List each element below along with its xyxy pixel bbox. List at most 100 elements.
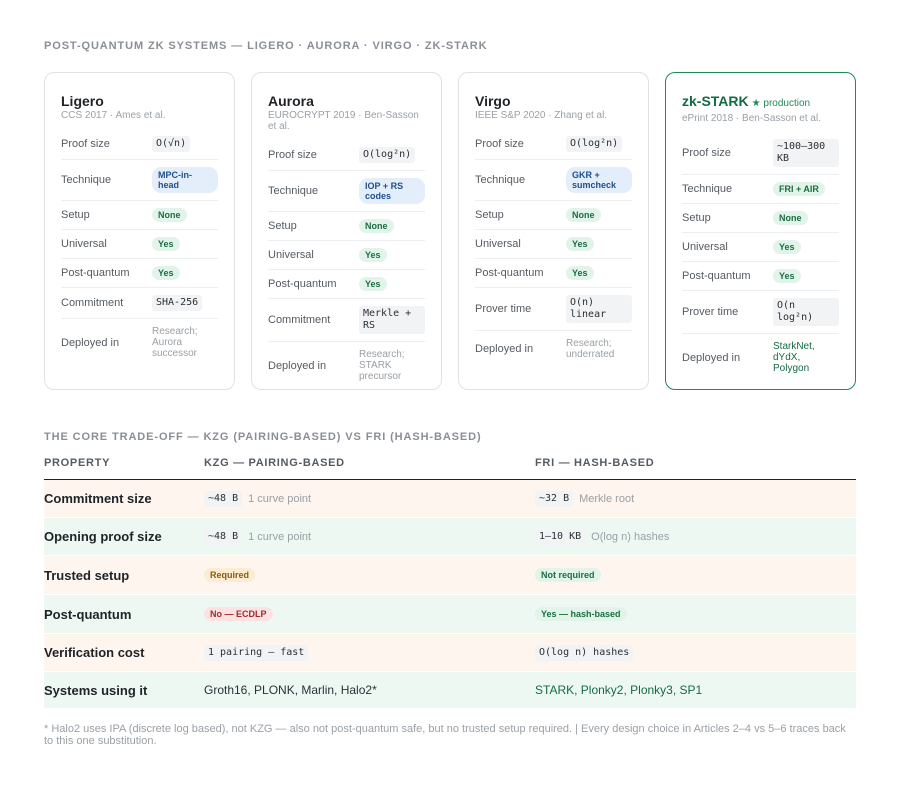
card-row: Post-quantum Yes: [61, 259, 218, 288]
property-label: Verification cost: [44, 645, 145, 660]
card-row: Universal Yes: [268, 241, 425, 270]
card-row: Setup None: [61, 201, 218, 230]
row-value: None: [359, 219, 425, 233]
status-badge: Yes: [566, 237, 594, 251]
row-value: SHA-256: [152, 295, 218, 311]
code-value: O(√n): [152, 136, 191, 152]
card-zk-stark: zk-STARK ★ production ePrint 2018 · Ben-Sa…: [665, 72, 856, 390]
system-cards: Ligero CCS 2017 · Ames et al. Proof size O(…: [44, 72, 856, 391]
property-label: Systems using it: [44, 682, 148, 698]
row-label: Post-quantum: [268, 278, 337, 290]
deployment-text: Research; STARK precursor: [359, 349, 405, 382]
row-label: Proof size: [475, 138, 524, 150]
row-value: Yes: [773, 240, 839, 254]
card-row: Universal Yes: [475, 230, 632, 259]
status-badge: Yes: [359, 277, 387, 291]
kzg-cell: Required: [204, 568, 535, 582]
row-label: Post-quantum: [61, 267, 130, 279]
card-row: Technique IOP + RS codes: [268, 171, 425, 212]
header-kzg: KZG — PAIRING-BASED: [204, 457, 345, 469]
code-value: SHA-256: [152, 295, 203, 311]
card-citation: CCS 2017 · Ames et al.: [61, 110, 166, 121]
fri-cell: 1–10 KB O(log n) hashes: [535, 528, 856, 545]
code-value: O(log²n): [566, 136, 623, 152]
card-row: Post-quantum Yes: [475, 259, 632, 288]
card-rows: Proof size O(log²n) Technique GKR + sumchec…: [475, 129, 632, 367]
row-label: Deployed in: [682, 351, 741, 364]
card-row: Setup None: [268, 212, 425, 241]
row-value: Merkle + RS: [359, 306, 425, 334]
fri-cell: O(log n) hashes: [535, 644, 856, 661]
card-row: Prover time O(n log²n): [682, 291, 839, 334]
card-row: Proof size O(log²n): [268, 140, 425, 171]
kzg-cell: 1 pairing — fast: [204, 644, 535, 661]
header-property: PROPERTY: [44, 457, 111, 469]
table-row: Trusted setup Required Not required: [44, 556, 856, 595]
row-value: FRI + AIR: [773, 182, 839, 196]
code-value: O(n log²n): [773, 298, 839, 326]
card-title: Virgo: [475, 93, 632, 109]
cell-note: 1 curve point: [248, 530, 312, 543]
row-value: Research; underrated: [566, 338, 632, 360]
row-value: StarkNet, dYdX, Polygon: [773, 341, 839, 374]
code-value: ~32 B: [535, 490, 574, 507]
card-title: zk-STARK ★ production: [682, 93, 839, 112]
status-badge: Not required: [535, 568, 601, 582]
code-value: 1 pairing — fast: [204, 644, 309, 661]
row-label: Setup: [61, 209, 90, 221]
footnote: * Halo2 uses IPA (discrete log based), n…: [44, 723, 846, 747]
row-value: Research; Aurora successor: [152, 326, 218, 359]
status-badge: Required: [204, 568, 256, 582]
status-badge: Yes — hash-based: [535, 607, 627, 621]
cell-note: Merkle root: [579, 492, 635, 505]
card-title: Ligero: [61, 93, 218, 109]
card-title-text: Virgo: [475, 93, 511, 109]
code-value: O(n) linear: [566, 295, 632, 323]
status-badge: Yes: [359, 248, 387, 262]
row-value: O(√n): [152, 136, 218, 152]
row-value: Yes: [152, 237, 218, 251]
tradeoff-table: PROPERTY KZG — PAIRING-BASED FRI — HASH-…: [44, 455, 856, 709]
card-row: Post-quantum Yes: [268, 270, 425, 299]
status-badge: Yes: [152, 237, 180, 251]
code-value: O(log²n): [359, 147, 416, 163]
status-badge: No — ECDLP: [204, 607, 273, 621]
cell-note: O(log n) hashes: [591, 530, 670, 543]
card-rows: Proof size O(log²n) Technique IOP + RS code…: [268, 140, 425, 389]
card-row: Prover time O(n) linear: [475, 288, 632, 331]
card-rows: Proof size ~100–300 KB Technique FRI + AIR S…: [682, 132, 839, 381]
card-rows: Proof size O(√n) Technique MPC-in-head Setup…: [61, 129, 218, 366]
table-row: Systems using it Groth16, PLONK, Marlin, …: [44, 672, 856, 709]
card-title: Aurora: [268, 93, 425, 109]
row-label: Setup: [682, 212, 711, 224]
row-label: Proof size: [268, 149, 317, 161]
fri-cell: Yes — hash-based: [535, 607, 856, 621]
card-title-text: Aurora: [268, 93, 314, 109]
systems-list: STARK, Plonky2, Plonky3, SP1: [535, 683, 703, 697]
card-row: Deployed in Research; underrated: [475, 331, 632, 367]
fri-cell: ~32 B Merkle root: [535, 490, 856, 507]
card-row: Proof size O(log²n): [475, 129, 632, 160]
row-value: Yes: [152, 266, 218, 280]
deployment-text: Research; Aurora successor: [152, 326, 198, 359]
deployment-text: StarkNet, dYdX, Polygon: [773, 341, 815, 374]
card-row: Universal Yes: [61, 230, 218, 259]
row-value: GKR + sumcheck: [566, 167, 632, 193]
row-label: Deployed in: [475, 343, 534, 355]
tradeoff-heading: THE CORE TRADE-OFF — KZG (PAIRING-BASED)…: [44, 431, 482, 443]
card-aurora: Aurora EUROCRYPT 2019 · Ben-Sasson et al.…: [251, 72, 442, 390]
row-label: Prover time: [475, 303, 532, 315]
kzg-cell: ~48 B 1 curve point: [204, 528, 535, 545]
technique-badge: IOP + RS codes: [359, 178, 425, 204]
card-row: Technique GKR + sumcheck: [475, 160, 632, 201]
row-value: Research; STARK precursor: [359, 349, 425, 382]
table-row: Post-quantum No — ECDLP Yes — hash-based: [44, 595, 856, 634]
kzg-cell: ~48 B 1 curve point: [204, 490, 535, 507]
table-header: PROPERTY KZG — PAIRING-BASED FRI — HASH-…: [44, 455, 856, 480]
row-value: O(log²n): [566, 136, 632, 152]
production-tag: ★ production: [751, 98, 811, 109]
card-virgo: Virgo IEEE S&P 2020 · Zhang et al. Proof s…: [458, 72, 649, 390]
row-label: Deployed in: [268, 359, 327, 372]
kzg-cell: Groth16, PLONK, Marlin, Halo2*: [204, 683, 535, 697]
property-label: Trusted setup: [44, 567, 130, 583]
